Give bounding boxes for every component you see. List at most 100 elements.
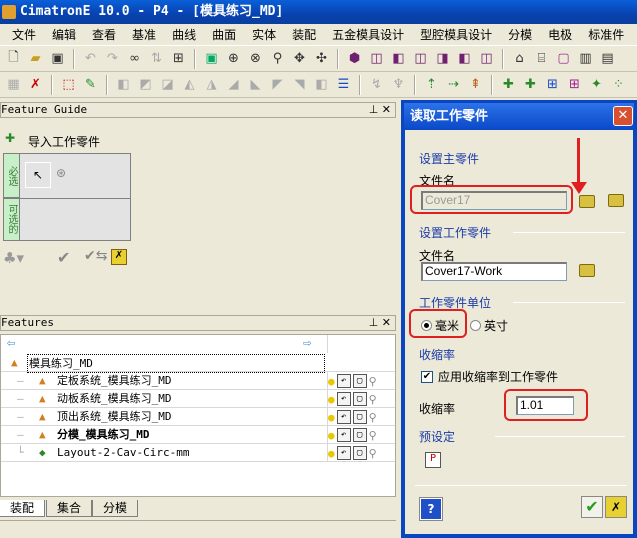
cancel-button[interactable]: ✗ (605, 496, 627, 518)
delete-pick-icon[interactable]: ✗ (26, 75, 45, 94)
add-part-3-icon[interactable]: ⊞ (543, 75, 562, 94)
list-arrow-icon[interactable]: ☰ (334, 75, 353, 94)
tool-12-icon[interactable]: ♆ (389, 75, 408, 94)
pan-icon[interactable]: ✥ (290, 49, 309, 68)
tab-set[interactable]: 集合 (46, 500, 93, 517)
tool-1-icon[interactable]: ◧ (114, 75, 133, 94)
tool-9-icon[interactable]: ◥ (290, 75, 309, 94)
tab-assembly[interactable]: 装配 (0, 500, 46, 517)
visibility-bulb-icon[interactable]: ● (328, 373, 335, 390)
fit-view-icon[interactable]: ▣ (202, 49, 221, 68)
add-part-icon[interactable]: ✚ (499, 75, 518, 94)
cancel-icon[interactable]: ✗ (111, 249, 127, 265)
forward-arrow-icon[interactable]: ⇨ (303, 335, 311, 352)
menu-view[interactable]: 查看 (84, 26, 124, 43)
zoom-icon[interactable]: ⚲ (268, 49, 287, 68)
menu-file[interactable]: 文件 (4, 26, 44, 43)
ok-button[interactable]: ✔ (581, 496, 603, 518)
render-mode-icon[interactable]: ▤ (598, 49, 617, 68)
new-file-icon[interactable]: 🗋 (4, 49, 23, 68)
preset-icon[interactable]: P (425, 452, 441, 468)
undo-icon[interactable]: ↶ (81, 49, 100, 68)
select-filter-icon[interactable]: ✎ (81, 75, 100, 94)
iso-view-icon[interactable]: ⬢ (345, 49, 364, 68)
tool-3-icon[interactable]: ◪ (158, 75, 177, 94)
back-arrow-icon[interactable]: ⇦ (7, 335, 15, 352)
activate-icon[interactable]: ↶ (336, 374, 351, 388)
redo-icon[interactable]: ↷ (103, 49, 122, 68)
add-part-2-icon[interactable]: ✚ (521, 75, 540, 94)
tool-4-icon[interactable]: ◭ (180, 75, 199, 94)
pin-close-icons[interactable]: ⊥ ✕ (369, 103, 391, 117)
tree-item[interactable]: — ▲ 顶出系统_模具练习_MD ● ↶ ▢ ⚲ (1, 408, 395, 426)
open-icon[interactable]: ▢ (352, 374, 367, 388)
tool-10-icon[interactable]: ◧ (312, 75, 331, 94)
menu-datum[interactable]: 基准 (124, 26, 164, 43)
layer-icon[interactable]: ⌂ (510, 49, 529, 68)
set-icon[interactable]: ⌸ (532, 49, 551, 68)
tool-2-icon[interactable]: ◩ (136, 75, 155, 94)
visibility-bulb-icon[interactable]: ● (328, 391, 335, 408)
visibility-bulb-icon[interactable]: ● (328, 427, 335, 444)
search-icon[interactable]: ⚲ (369, 391, 377, 408)
menu-die-design[interactable]: 五金模具设计 (324, 26, 412, 43)
rotate-icon[interactable]: ✣ (312, 49, 331, 68)
search-icon[interactable]: ⚲ (369, 445, 377, 462)
tree-item[interactable]: — ▲ 动板系统_模具练习_MD ● ↶ ▢ ⚲ (1, 390, 395, 408)
tree-icon[interactable]: ⊞ (169, 49, 188, 68)
menu-edit[interactable]: 编辑 (44, 26, 84, 43)
visibility-bulb-icon[interactable]: ● (328, 409, 335, 426)
view-back-icon[interactable]: ◧ (455, 49, 474, 68)
work-file-input[interactable]: Cover17-Work (421, 262, 567, 281)
shaded-icon[interactable]: ▥ (576, 49, 595, 68)
activate-icon[interactable]: ↶ (336, 446, 351, 460)
regen-icon[interactable]: ⇅ (147, 49, 166, 68)
menu-solid[interactable]: 实体 (244, 26, 284, 43)
menu-standard-parts[interactable]: 标准件 (580, 26, 632, 43)
tree-item[interactable]: — ▲ 分模_模具练习_MD ● ↶ ▢ ⚲ (1, 426, 395, 444)
tool-8-icon[interactable]: ◤ (268, 75, 287, 94)
view-right-icon[interactable]: ◫ (411, 49, 430, 68)
save-icon[interactable]: ▣ (48, 49, 67, 68)
open-icon[interactable]: ▢ (352, 392, 367, 406)
zoom-window-icon[interactable]: ⊕ (224, 49, 243, 68)
activate-icon[interactable]: ↶ (336, 410, 351, 424)
browse-work-folder-icon[interactable] (579, 264, 595, 277)
search-icon[interactable]: ⚲ (369, 373, 377, 390)
apply-shrink-checkbox[interactable]: ✔ 应用收缩率到工作零件 (421, 368, 558, 385)
open-icon[interactable]: ▢ (352, 446, 367, 460)
search-icon[interactable]: ⚲ (369, 409, 377, 426)
activate-icon[interactable]: ↶ (336, 428, 351, 442)
tool-14-icon[interactable]: ⇢ (444, 75, 463, 94)
tab-parting[interactable]: 分模 (92, 500, 139, 517)
browse-folder-icon[interactable] (579, 195, 595, 208)
tree-root[interactable]: ▲ 模具练习_MD (1, 354, 395, 373)
menu-mold-design[interactable]: 型腔模具设计 (412, 26, 500, 43)
menu-parting[interactable]: 分模 (500, 26, 540, 43)
view-front-icon[interactable]: ◫ (367, 49, 386, 68)
tree-item[interactable]: — ▲ 定板系统_模具练习_MD ● ↶ ▢ ⚲ (1, 372, 395, 390)
activate-icon[interactable]: ↶ (336, 392, 351, 406)
unit-inch-radio[interactable]: 英寸 (470, 317, 508, 334)
pick-part-icon[interactable]: ⊛ (56, 166, 66, 180)
tool-7-icon[interactable]: ◣ (246, 75, 265, 94)
apply-check-icon[interactable]: ✔ (57, 248, 70, 267)
tool-15-icon[interactable]: ⇞ (466, 75, 485, 94)
search-icon[interactable]: ⚲ (369, 427, 377, 444)
pick-icon[interactable]: ▦ (4, 75, 23, 94)
help-button[interactable]: ? (419, 497, 443, 521)
open-folder-icon[interactable]: ▰ (26, 49, 45, 68)
add-part-5-icon[interactable]: ✦ (587, 75, 606, 94)
select-box-icon[interactable]: ⬚ (59, 75, 78, 94)
preview-icon[interactable]: ♣▾ (3, 249, 24, 267)
menu-electrode[interactable]: 电极 (540, 26, 580, 43)
open-icon[interactable]: ▢ (352, 410, 367, 424)
tool-11-icon[interactable]: ↯ (367, 75, 386, 94)
menu-surface[interactable]: 曲面 (204, 26, 244, 43)
view-bottom-icon[interactable]: ◫ (477, 49, 496, 68)
tool-13-icon[interactable]: ⇡ (422, 75, 441, 94)
tool-6-icon[interactable]: ◢ (224, 75, 243, 94)
glasses-icon[interactable]: ∞ (125, 49, 144, 68)
menu-curve[interactable]: 曲线 (164, 26, 204, 43)
open-icon[interactable]: ▢ (352, 428, 367, 442)
